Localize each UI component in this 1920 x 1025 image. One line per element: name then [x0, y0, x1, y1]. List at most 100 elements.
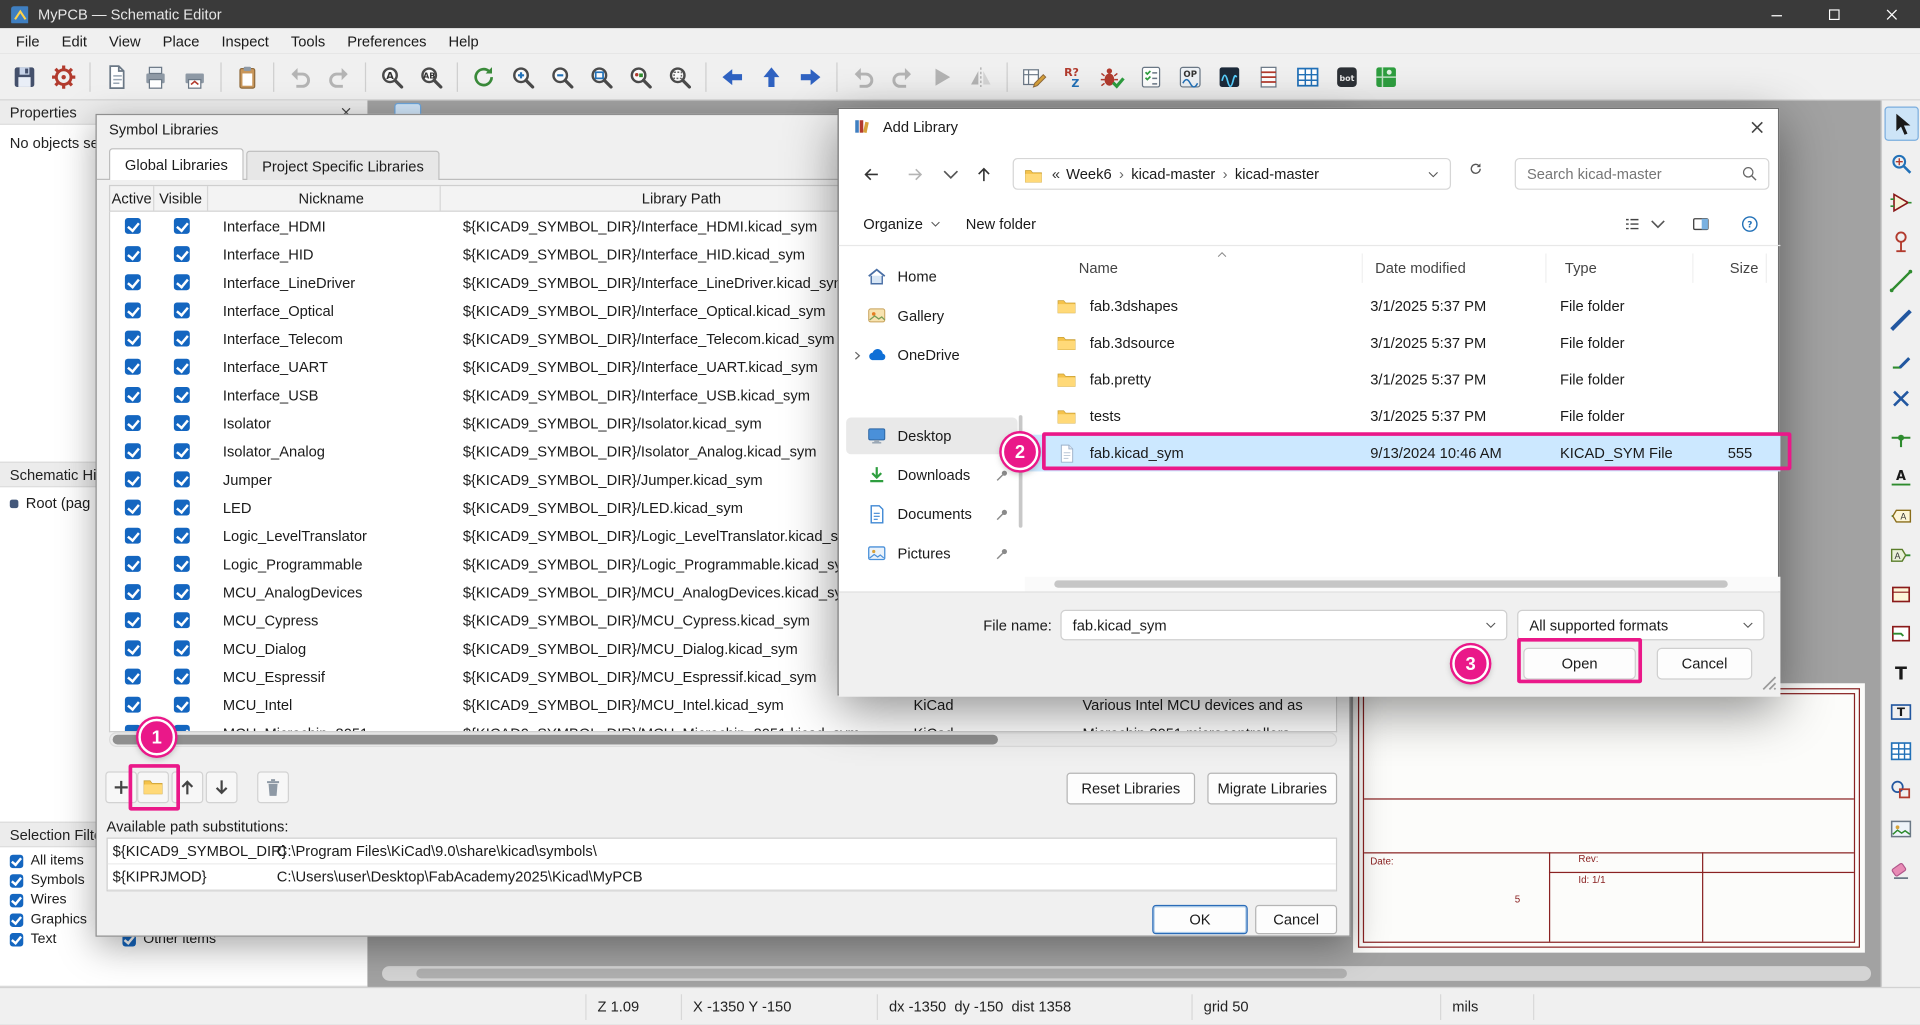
- refresh-button[interactable]: [1468, 162, 1492, 186]
- zoom-fit-button[interactable]: [584, 59, 618, 93]
- active-checkbox[interactable]: [124, 330, 141, 347]
- breadcrumb-collapse[interactable]: «: [1052, 165, 1060, 182]
- file-column-header-size[interactable]: Size: [1693, 253, 1767, 283]
- active-checkbox[interactable]: [124, 471, 141, 488]
- view-options-button[interactable]: [1622, 214, 1665, 234]
- scripting-console-button[interactable]: bot: [1330, 59, 1364, 93]
- menu-item-edit[interactable]: Edit: [51, 28, 98, 54]
- active-checkbox[interactable]: [124, 246, 141, 263]
- visible-checkbox[interactable]: [173, 499, 190, 516]
- filter-checkbox[interactable]: [9, 854, 24, 868]
- file-name-combo[interactable]: fab.kicad_sym: [1060, 609, 1508, 641]
- zoom-in-button[interactable]: [506, 59, 540, 93]
- visible-checkbox[interactable]: [173, 415, 190, 432]
- visible-checkbox[interactable]: [173, 612, 190, 629]
- breadcrumb-segment[interactable]: kicad-master: [1128, 165, 1219, 182]
- filter-text[interactable]: Text: [9, 932, 56, 947]
- visible-checkbox[interactable]: [173, 668, 190, 685]
- schematic-setup-button[interactable]: [47, 59, 81, 93]
- menu-item-preferences[interactable]: Preferences: [336, 28, 437, 54]
- tab-project-specific-libraries[interactable]: Project Specific Libraries: [246, 150, 440, 181]
- net-label-button[interactable]: A: [1884, 459, 1918, 493]
- new-folder-button[interactable]: New folder: [966, 215, 1036, 232]
- find-button[interactable]: A: [375, 59, 409, 93]
- plugin-manager-button[interactable]: [1369, 59, 1403, 93]
- zoom-out-button[interactable]: [545, 59, 579, 93]
- hierarchical-label-button[interactable]: A: [1884, 538, 1918, 572]
- active-checkbox[interactable]: [124, 302, 141, 319]
- zoom-objects-button[interactable]: [623, 59, 657, 93]
- search-box[interactable]: Search kicad-master: [1514, 157, 1770, 190]
- sidebar-item-downloads[interactable]: Downloads: [846, 457, 1017, 494]
- active-checkbox[interactable]: [124, 415, 141, 432]
- visible-checkbox[interactable]: [173, 555, 190, 572]
- no-connect-button[interactable]: [1884, 381, 1918, 415]
- menu-item-help[interactable]: Help: [437, 28, 489, 54]
- ok-button[interactable]: OK: [1152, 904, 1248, 935]
- active-checkbox[interactable]: [124, 358, 141, 375]
- wire-to-bus-entry-button[interactable]: [1884, 342, 1918, 376]
- tab-global-libraries[interactable]: Global Libraries: [108, 148, 244, 181]
- canvas-horizontal-scrollbar[interactable]: [382, 966, 1872, 981]
- filter-wires[interactable]: Wires: [9, 893, 67, 907]
- recent-locations-icon[interactable]: [939, 159, 961, 188]
- active-checkbox[interactable]: [124, 499, 141, 516]
- visible-checkbox[interactable]: [173, 274, 190, 291]
- add-text-button[interactable]: T: [1884, 655, 1918, 689]
- sidebar-item-desktop[interactable]: Desktop: [846, 417, 1018, 455]
- filter-symbols[interactable]: Symbols: [9, 873, 85, 888]
- column-header-library-path[interactable]: Library Path: [441, 186, 902, 211]
- erc-report-button[interactable]: [1134, 59, 1168, 93]
- move-down-button[interactable]: [205, 771, 238, 804]
- draw-shapes-button[interactable]: [1884, 773, 1918, 807]
- scrollbar-thumb[interactable]: [1054, 580, 1728, 588]
- refresh-view-button[interactable]: [467, 59, 501, 93]
- cancel-button[interactable]: Cancel: [1255, 904, 1338, 935]
- sidebar-item-pictures[interactable]: Pictures: [846, 535, 1017, 572]
- organize-button[interactable]: Organize: [863, 215, 941, 232]
- active-checkbox[interactable]: [124, 640, 141, 657]
- chevron-down-icon[interactable]: [1484, 618, 1497, 631]
- file-format-combo[interactable]: All supported formats: [1517, 609, 1765, 641]
- filter-checkbox[interactable]: [9, 912, 24, 927]
- visible-checkbox[interactable]: [173, 640, 190, 657]
- visible-checkbox[interactable]: [173, 724, 190, 732]
- active-checkbox[interactable]: [124, 217, 141, 234]
- visible-checkbox[interactable]: [173, 330, 190, 347]
- filter-checkbox[interactable]: [9, 932, 24, 946]
- print-button[interactable]: [138, 59, 172, 93]
- close-button[interactable]: [1862, 0, 1920, 28]
- filter-checkbox[interactable]: [9, 893, 24, 907]
- menu-item-file[interactable]: File: [5, 28, 51, 54]
- filter-graphics[interactable]: Graphics: [9, 912, 87, 927]
- breadcrumb-segment[interactable]: kicad-master: [1231, 165, 1322, 182]
- visible-checkbox[interactable]: [173, 246, 190, 263]
- chevron-down-icon[interactable]: [1741, 618, 1754, 631]
- sidebar-scrollbar[interactable]: [1018, 415, 1023, 528]
- nav-forward-button[interactable]: [793, 59, 827, 93]
- sheet-pin-button[interactable]: [1884, 616, 1918, 650]
- sheet-symbol-button[interactable]: [1884, 577, 1918, 611]
- add-power-button[interactable]: [1884, 224, 1918, 258]
- operating-point-button[interactable]: OP: [1173, 59, 1207, 93]
- address-dropdown-icon[interactable]: [1427, 167, 1440, 180]
- nav-back-button[interactable]: [715, 59, 749, 93]
- library-table-scrollbar[interactable]: [108, 732, 1338, 747]
- active-checkbox[interactable]: [124, 443, 141, 460]
- filter-all-items[interactable]: All items: [9, 853, 84, 868]
- select-tool-button[interactable]: [1883, 106, 1919, 141]
- find-replace-button[interactable]: AB: [414, 59, 448, 93]
- file-row[interactable]: fab.3dshapes 3/1/2025 5:37 PM File folder: [1025, 288, 1781, 325]
- visible-checkbox[interactable]: [173, 302, 190, 319]
- active-checkbox[interactable]: [124, 386, 141, 403]
- global-label-button[interactable]: A: [1884, 498, 1918, 532]
- nav-up-button[interactable]: [754, 59, 788, 93]
- forward-button[interactable]: [900, 159, 929, 188]
- delete-tool-button[interactable]: [1884, 851, 1918, 885]
- add-image-button[interactable]: [1884, 812, 1918, 846]
- run-erc-button[interactable]: [1095, 59, 1129, 93]
- visible-checkbox[interactable]: [173, 217, 190, 234]
- help-button[interactable]: ?: [1740, 214, 1760, 234]
- active-checkbox[interactable]: [124, 696, 141, 713]
- file-row[interactable]: tests 3/1/2025 5:37 PM File folder: [1025, 398, 1781, 435]
